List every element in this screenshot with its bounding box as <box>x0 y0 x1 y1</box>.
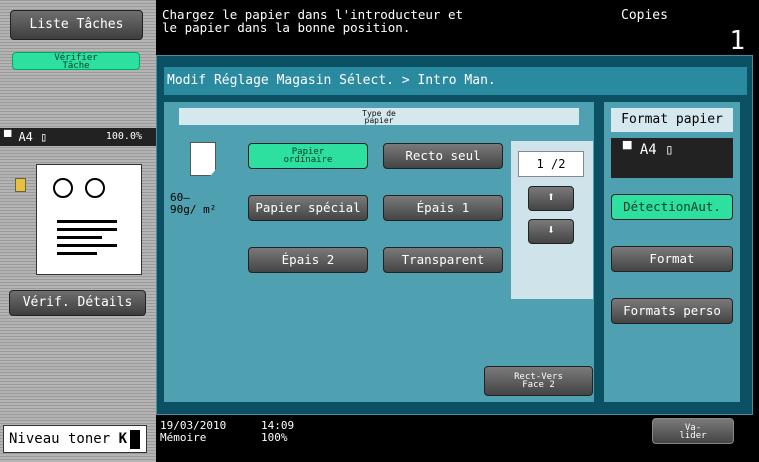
toner-label: Niveau toner <box>9 431 111 447</box>
paper-weight: 60– 90g/ m² <box>170 191 217 216</box>
paper-sheet-icon <box>190 142 216 176</box>
format-button[interactable]: Format <box>611 246 733 272</box>
breadcrumb: Modif Réglage Magasin Sélect. > Intro Ma… <box>164 67 747 95</box>
thumbnail-line <box>57 252 97 255</box>
auto-detect-button[interactable]: DétectionAut. <box>611 194 733 220</box>
thick1-button[interactable]: Épais 1 <box>383 195 503 221</box>
recto-verso-button[interactable]: Rect-Vers Face 2 <box>484 366 593 396</box>
copies-label: Copies <box>621 8 668 23</box>
special-paper-button[interactable]: Papier spécial <box>248 195 368 221</box>
current-format-display: ▀ A4 ▯ <box>611 138 733 178</box>
main-panel: Modif Réglage Magasin Sélect. > Intro Ma… <box>156 55 753 415</box>
transparent-button[interactable]: Transparent <box>383 247 503 273</box>
left-panel: Liste Tâches Vérifier Tâche ▀ A4 ▯ 100.0… <box>0 0 156 462</box>
page-thumbnail <box>36 164 142 275</box>
custom-formats-button[interactable]: Formats perso <box>611 298 733 324</box>
instruction-message: Chargez le papier dans l'introducteur et… <box>162 7 464 35</box>
paper-orientation-icon: ▀ <box>4 130 19 144</box>
thumbnail-circle-right <box>85 178 105 198</box>
status-bar: 19/03/2010 Mémoire 14:09 100% <box>160 420 294 444</box>
plain-paper-button[interactable]: Papier ordinaire <box>248 143 368 169</box>
memory-label: Mémoire <box>160 431 207 444</box>
check-details-button[interactable]: Vérif. Détails <box>9 290 146 316</box>
thumbnail-circle-left <box>53 178 73 198</box>
paper-orientation-icon: ▀ <box>623 142 640 158</box>
list-tasks-button[interactable]: Liste Tâches <box>10 10 143 40</box>
thumbnail-line <box>57 244 117 247</box>
paper-format-panel: Format papier ▀ A4 ▯ DétectionAut. Forma… <box>604 102 740 402</box>
copies-value: 1 <box>729 26 745 56</box>
thumbnail-header: ▀ A4 ▯ 100.0% <box>0 128 156 146</box>
arrow-down-icon[interactable]: ⬇ <box>528 219 574 244</box>
thumbnail-line <box>57 220 117 223</box>
validate-button[interactable]: Va- lider <box>652 418 734 444</box>
verify-task-button[interactable]: Vérifier Tâche <box>12 52 140 71</box>
thick2-button[interactable]: Épais 2 <box>248 247 368 273</box>
thumb-size: A4 <box>18 130 33 144</box>
toner-bar <box>130 430 140 449</box>
arrow-up-icon[interactable]: ⬆ <box>528 186 574 211</box>
thumb-zoom: 100.0% <box>105 131 142 142</box>
paper-type-panel: Type de papier 60– 90g/ m² Papier ordina… <box>164 102 594 402</box>
thumbnail-line <box>57 228 117 231</box>
toner-level: Niveau toner K <box>3 425 147 453</box>
thumbnail-line <box>57 236 102 239</box>
memory-value: 100% <box>261 431 288 444</box>
portrait-icon: ▯ <box>40 130 48 144</box>
single-sided-button[interactable]: Recto seul <box>383 143 503 169</box>
paper-type-header: Type de papier <box>179 108 579 125</box>
portrait-icon: ▯ <box>665 142 674 158</box>
copier-screen: Liste Tâches Vérifier Tâche ▀ A4 ▯ 100.0… <box>0 0 759 462</box>
pager: 1 /2 ⬆ ⬇ <box>511 141 593 299</box>
page-count: 1 /2 <box>518 151 584 177</box>
toner-k-icon: K <box>118 431 128 447</box>
document-icon <box>15 178 26 192</box>
current-format-value: A4 <box>639 142 657 158</box>
paper-format-title: Format papier <box>611 108 733 132</box>
